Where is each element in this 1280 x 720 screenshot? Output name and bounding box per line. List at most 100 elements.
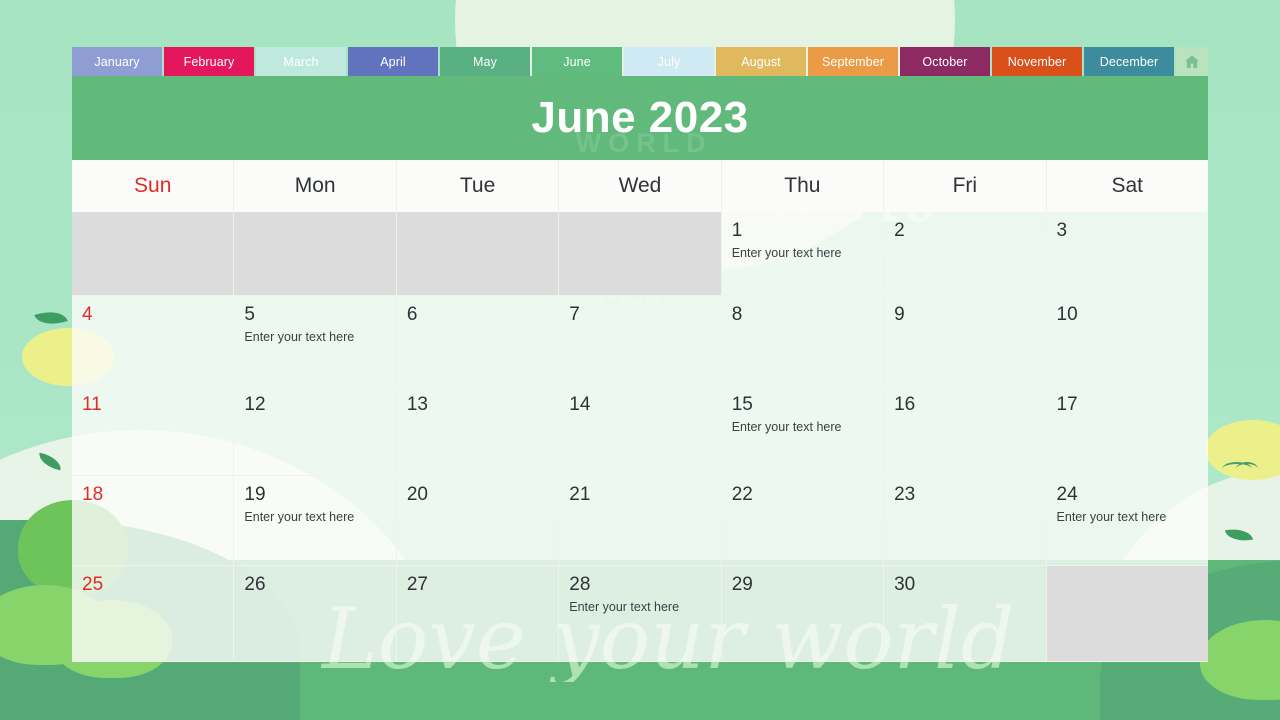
month-tab-september[interactable]: September — [808, 47, 898, 76]
week-row: 11 12 13 14 15 Enter your text here 16 17 — [72, 386, 1208, 476]
day-cell-17[interactable]: 17 — [1046, 386, 1208, 476]
day-cell-19[interactable]: 19 Enter your text here — [234, 476, 397, 566]
month-tab-december[interactable]: December — [1084, 47, 1174, 76]
week-row: 1 Enter your text here 2 3 — [72, 212, 1208, 296]
day-grid: 1 Enter your text here 2 3 4 5 Enter your text… — [72, 212, 1208, 662]
day-cell-3[interactable]: 3 — [1046, 212, 1208, 296]
weekday-header-sat: Sat — [1046, 160, 1208, 212]
day-cell-16[interactable]: 16 — [884, 386, 1047, 476]
day-cell-empty — [1046, 566, 1208, 662]
day-cell-14[interactable]: 14 — [559, 386, 722, 476]
day-number: 21 — [569, 484, 591, 505]
day-number: 15 — [731, 394, 753, 415]
background-bird-icon — [1222, 462, 1258, 476]
day-cell-empty — [72, 212, 235, 296]
day-cell-28[interactable]: 28 Enter your text here — [559, 566, 722, 662]
day-cell-29[interactable]: 29 — [721, 566, 885, 662]
day-number: 12 — [244, 394, 266, 415]
day-number: 9 — [894, 304, 905, 325]
weekday-header-wed: Wed — [559, 160, 722, 212]
calendar-panel: January February March April May June July Augu… — [72, 47, 1208, 682]
day-cell-empty — [234, 212, 397, 296]
day-number: 7 — [569, 304, 580, 325]
day-note-input[interactable]: Enter your text here — [244, 330, 385, 345]
day-number: 29 — [731, 574, 753, 595]
weekday-header-thu: Thu — [721, 160, 885, 212]
day-number: 28 — [569, 574, 591, 595]
day-number: 30 — [894, 574, 916, 595]
home-button[interactable] — [1176, 47, 1208, 76]
day-number: 27 — [406, 574, 428, 595]
weekday-header-fri: Fri — [884, 160, 1047, 212]
day-cell-13[interactable]: 13 — [396, 386, 560, 476]
weekday-header-mon: Mon — [234, 160, 397, 212]
day-cell-2[interactable]: 2 — [884, 212, 1047, 296]
month-tab-august[interactable]: August — [716, 47, 806, 76]
day-note-input[interactable]: Enter your text here — [732, 246, 873, 261]
day-cell-23[interactable]: 23 — [884, 476, 1047, 566]
weekday-header-sun: Sun — [72, 160, 235, 212]
day-number: 24 — [1056, 484, 1078, 505]
day-number: 8 — [731, 304, 743, 325]
day-number: 5 — [244, 304, 255, 325]
day-number: 3 — [1056, 220, 1068, 241]
month-tab-april[interactable]: April — [348, 47, 438, 76]
week-row: 4 5 Enter your text here 6 7 8 9 10 — [72, 296, 1208, 386]
day-number: 22 — [731, 484, 753, 505]
month-tab-january[interactable]: January — [72, 47, 162, 76]
day-number: 17 — [1056, 394, 1078, 415]
day-cell-8[interactable]: 8 — [721, 296, 885, 386]
day-cell-21[interactable]: 21 — [559, 476, 722, 566]
day-cell-30[interactable]: 30 — [884, 566, 1047, 662]
day-cell-empty — [396, 212, 560, 296]
day-cell-24[interactable]: 24 Enter your text here — [1046, 476, 1208, 566]
month-tab-july[interactable]: July — [624, 47, 714, 76]
day-number: 4 — [82, 304, 93, 325]
day-cell-empty — [559, 212, 722, 296]
day-number: 10 — [1056, 304, 1078, 325]
day-cell-18[interactable]: 18 — [72, 476, 235, 566]
day-cell-25[interactable]: 25 — [72, 566, 235, 662]
week-row: 25 26 27 28 Enter your text here 29 30 — [72, 566, 1208, 662]
weekday-header-row: Sun Mon Tue Wed Thu Fri Sat — [72, 160, 1208, 212]
day-cell-5[interactable]: 5 Enter your text here — [234, 296, 397, 386]
weekday-header-tue: Tue — [396, 160, 560, 212]
day-number: 2 — [894, 220, 905, 241]
day-number: 1 — [731, 220, 743, 241]
day-number: 20 — [406, 484, 428, 505]
day-number: 13 — [406, 394, 428, 415]
day-cell-11[interactable]: 11 — [72, 386, 235, 476]
day-number: 19 — [244, 484, 266, 505]
day-cell-1[interactable]: 1 Enter your text here — [721, 212, 885, 296]
day-cell-22[interactable]: 22 — [721, 476, 885, 566]
day-note-input[interactable]: Enter your text here — [1057, 510, 1198, 525]
day-cell-12[interactable]: 12 — [234, 386, 397, 476]
day-number: 16 — [894, 394, 916, 415]
month-tab-march[interactable]: March — [256, 47, 346, 76]
month-tab-june[interactable]: June — [532, 47, 622, 76]
page-title: June 2023 — [531, 93, 749, 142]
day-cell-4[interactable]: 4 — [72, 296, 235, 386]
month-tab-february[interactable]: February — [164, 47, 254, 76]
day-number: 25 — [82, 574, 104, 595]
home-icon — [1184, 54, 1200, 68]
calendar-title-bar: WORLD June 2023 — [72, 76, 1208, 160]
day-note-input[interactable]: Enter your text here — [732, 420, 873, 435]
day-number: 26 — [244, 574, 266, 595]
day-number: 23 — [894, 484, 916, 505]
day-number: 14 — [569, 394, 591, 415]
day-cell-27[interactable]: 27 — [396, 566, 560, 662]
day-cell-6[interactable]: 6 — [396, 296, 560, 386]
day-number: 6 — [406, 304, 418, 325]
day-cell-15[interactable]: 15 Enter your text here — [721, 386, 885, 476]
day-cell-26[interactable]: 26 — [234, 566, 397, 662]
day-cell-20[interactable]: 20 — [396, 476, 560, 566]
day-cell-9[interactable]: 9 — [884, 296, 1047, 386]
day-note-input[interactable]: Enter your text here — [244, 510, 385, 525]
day-note-input[interactable]: Enter your text here — [569, 600, 710, 615]
day-cell-7[interactable]: 7 — [559, 296, 722, 386]
day-cell-10[interactable]: 10 — [1046, 296, 1208, 386]
month-tab-may[interactable]: May — [440, 47, 530, 76]
month-tab-november[interactable]: November — [992, 47, 1082, 76]
month-tab-october[interactable]: October — [900, 47, 990, 76]
